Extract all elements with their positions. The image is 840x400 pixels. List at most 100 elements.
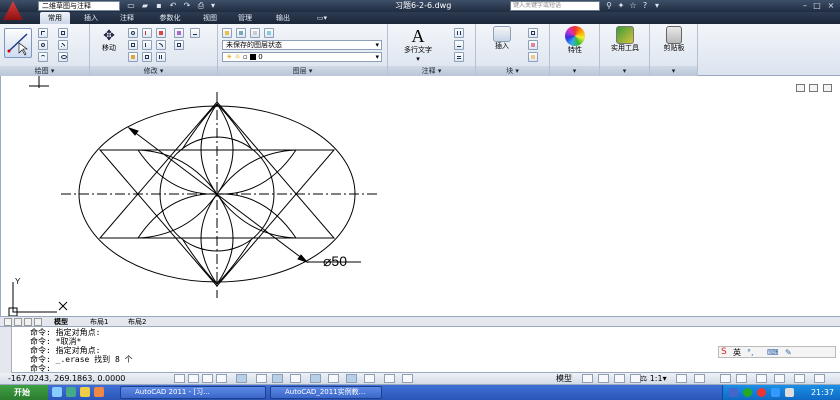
- grid-toggle[interactable]: [202, 374, 213, 383]
- save-icon[interactable]: ▪: [154, 1, 164, 11]
- multiline-text-button[interactable]: A 多行文字 ▾: [398, 26, 438, 64]
- table-icon[interactable]: [454, 52, 464, 62]
- print-icon[interactable]: ⎙: [196, 1, 206, 11]
- arc-icon[interactable]: [38, 52, 48, 62]
- qa-dropdown-icon[interactable]: ▾: [208, 1, 218, 11]
- layer-properties-icon[interactable]: [222, 28, 232, 38]
- ime-settings-icon[interactable]: ✎: [785, 347, 792, 358]
- last-tab-icon[interactable]: [34, 318, 42, 326]
- linear-dimension-icon[interactable]: [454, 28, 464, 38]
- ime-keyboard-icon[interactable]: ⌨: [767, 347, 779, 358]
- layer-combo[interactable]: ☀ ☼ ▫ 0 ▾: [222, 52, 382, 62]
- undo-icon[interactable]: ↶: [168, 1, 178, 11]
- mirror-icon[interactable]: [142, 40, 152, 50]
- clipboard-button[interactable]: 剪贴板: [652, 26, 696, 53]
- lock-ui-icon[interactable]: [736, 374, 747, 383]
- otrack-toggle[interactable]: [290, 374, 301, 383]
- clean-screen-icon[interactable]: [814, 374, 825, 383]
- ime-punct-icon[interactable]: °,: [747, 347, 754, 358]
- first-tab-icon[interactable]: [4, 318, 12, 326]
- block-panel-label[interactable]: 块 ▾: [476, 66, 549, 76]
- tab-output[interactable]: 输出: [268, 12, 298, 24]
- help-icon[interactable]: ?: [640, 1, 650, 11]
- clipboard-panel-label[interactable]: ▾: [650, 66, 697, 76]
- quick-launch-icon-4[interactable]: [94, 387, 104, 397]
- minimize-icon[interactable]: –: [800, 1, 810, 11]
- isolate-objects-icon[interactable]: [774, 374, 785, 383]
- ime-toolbar[interactable]: S 英 °, ⌨ ✎: [718, 346, 836, 358]
- quick-view-layouts-icon[interactable]: [582, 374, 593, 383]
- circle-icon[interactable]: [38, 40, 48, 50]
- viewport-minimize-icon[interactable]: [795, 84, 805, 92]
- tray-icon-3[interactable]: [771, 388, 780, 397]
- binoculars-icon[interactable]: ⚲: [604, 1, 614, 11]
- viewport-close-icon[interactable]: [823, 84, 832, 92]
- edit-block-icon[interactable]: [528, 40, 538, 50]
- line-button[interactable]: [4, 28, 32, 58]
- draw-panel-label[interactable]: 绘图 ▾: [0, 66, 89, 76]
- erase-icon[interactable]: [156, 28, 166, 38]
- tab-parametric[interactable]: 参数化: [150, 12, 190, 24]
- layer-isolate-icon[interactable]: [236, 28, 246, 38]
- offset-icon[interactable]: [174, 40, 184, 50]
- layers-panel-label[interactable]: 图层 ▾: [218, 66, 387, 76]
- new-icon[interactable]: ▭: [126, 1, 136, 11]
- model-space-label[interactable]: 模型: [556, 373, 572, 385]
- command-window-handle[interactable]: [0, 327, 12, 373]
- favorites-icon[interactable]: ☆: [628, 1, 638, 11]
- rotate-icon[interactable]: [128, 28, 138, 38]
- prev-tab-icon[interactable]: [14, 318, 22, 326]
- tab-view[interactable]: 视图: [196, 12, 224, 24]
- explode-icon[interactable]: [174, 28, 184, 38]
- rectangle-icon[interactable]: [58, 28, 68, 38]
- tab-insert[interactable]: 插入: [76, 12, 106, 24]
- insert-button[interactable]: 插入: [486, 26, 518, 51]
- search-input[interactable]: 键入关键字或短语: [510, 1, 600, 11]
- leader-icon[interactable]: [454, 40, 464, 50]
- array-icon[interactable]: [156, 52, 166, 62]
- help-dropdown-icon[interactable]: ▾: [652, 1, 662, 11]
- trim-icon[interactable]: [142, 28, 152, 38]
- open-icon[interactable]: ▰: [140, 1, 150, 11]
- snap-toggle[interactable]: [188, 374, 199, 383]
- communication-icon[interactable]: ✦: [616, 1, 626, 11]
- copy-icon[interactable]: [128, 40, 138, 50]
- selection-cycling-toggle[interactable]: [402, 374, 413, 383]
- tab-annotate[interactable]: 注释: [112, 12, 142, 24]
- tab-model[interactable]: 模型: [54, 317, 68, 327]
- hardware-acceleration-icon[interactable]: [756, 374, 767, 383]
- ducs-toggle[interactable]: [310, 374, 321, 383]
- tray-icon-2[interactable]: [757, 388, 766, 397]
- ellipse-icon[interactable]: [58, 52, 68, 62]
- hatch-icon[interactable]: [58, 40, 68, 50]
- fillet-icon[interactable]: [156, 40, 166, 50]
- workspace-combo[interactable]: 二维草图与注释: [38, 1, 120, 11]
- block-attribute-icon[interactable]: [528, 52, 538, 62]
- dyn-toggle[interactable]: [328, 374, 339, 383]
- utilities-panel-label[interactable]: ▾: [600, 66, 649, 76]
- 3dosnap-toggle[interactable]: [272, 374, 283, 383]
- drawing-canvas[interactable]: ⌀50 Y X: [0, 76, 840, 317]
- infer-constraints-toggle[interactable]: [174, 374, 185, 383]
- quick-launch-icon-3[interactable]: [80, 387, 90, 397]
- move-button[interactable]: ✥ 移动: [94, 28, 124, 53]
- maximize-icon[interactable]: □: [812, 1, 822, 11]
- close-icon[interactable]: ×: [826, 1, 836, 11]
- start-button[interactable]: 开始: [0, 385, 48, 400]
- utilities-button[interactable]: 实用工具: [602, 26, 648, 53]
- stretch-icon[interactable]: [128, 52, 138, 62]
- properties-panel-label[interactable]: ▾: [550, 66, 599, 76]
- ime-lang[interactable]: 英: [733, 347, 741, 358]
- pan-icon[interactable]: [614, 374, 625, 383]
- volume-icon[interactable]: [785, 388, 794, 397]
- layer-state-combo[interactable]: 未保存的图层状态 ▾: [222, 40, 382, 50]
- quick-launch-icon-2[interactable]: [66, 387, 76, 397]
- taskbar-document-window[interactable]: AutoCAD_2011实例教...: [270, 386, 382, 399]
- ribbon-toggle-icon[interactable]: ▭▾: [312, 12, 332, 24]
- create-block-icon[interactable]: [528, 28, 538, 38]
- command-window[interactable]: 命令: 指定对角点: 命令: *取消* 命令: 指定对角点: 命令: _.era…: [0, 327, 840, 373]
- quick-properties-toggle[interactable]: [384, 374, 395, 383]
- workspace-switch-icon[interactable]: [720, 374, 731, 383]
- quick-launch-icon-1[interactable]: [52, 387, 62, 397]
- taskbar-autocad-window[interactable]: AutoCAD 2011 - [习...: [120, 386, 266, 399]
